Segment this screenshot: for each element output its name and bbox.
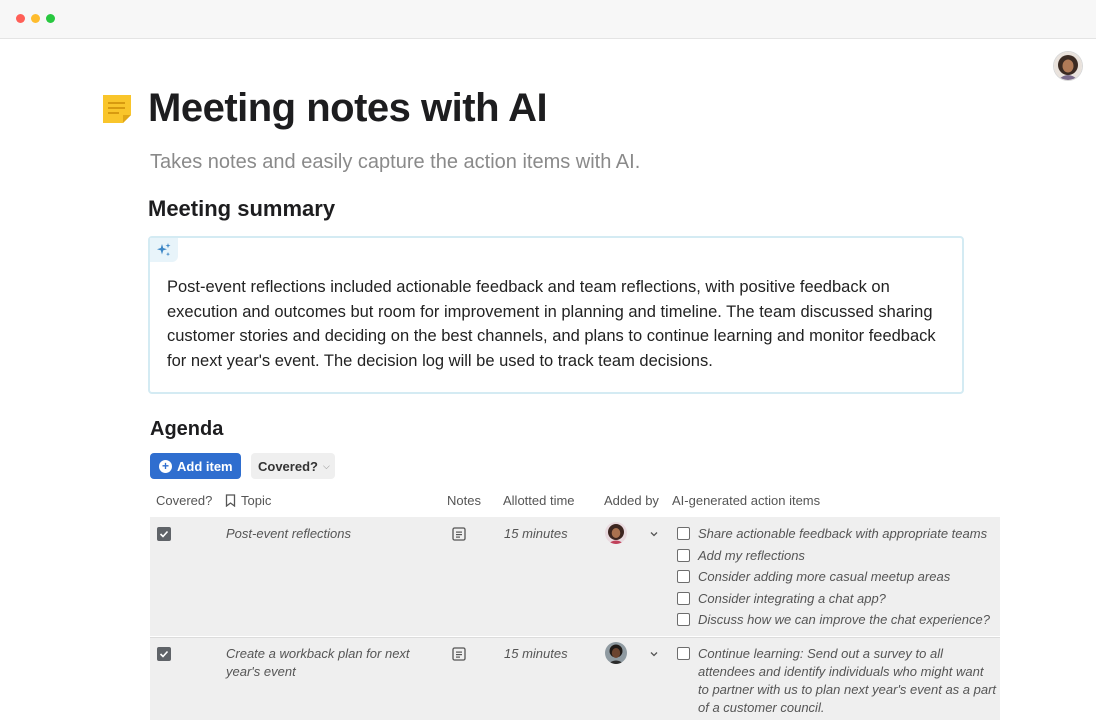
action-item-text: Consider adding more casual meetup areas <box>698 569 951 584</box>
action-item: Continue learning: Send out a survey to … <box>677 645 997 717</box>
window-titlebar <box>0 0 1096 39</box>
bookmark-icon <box>225 494 236 507</box>
close-window-button[interactable] <box>16 14 25 23</box>
page-subtitle: Takes notes and easily capture the actio… <box>150 151 641 173</box>
covered-filter-button[interactable]: Covered? ⌵ <box>251 453 335 479</box>
column-header-covered[interactable]: Covered? <box>156 493 212 508</box>
page-title: Meeting notes with AI <box>148 86 548 130</box>
action-item-text: Add my reflections <box>698 547 805 563</box>
maximize-window-button[interactable] <box>46 14 55 23</box>
checkmark-icon <box>159 650 169 658</box>
action-item: Discuss how we can improve the chat expe… <box>677 609 997 631</box>
added-by-avatar[interactable] <box>605 642 627 664</box>
action-checkbox[interactable] <box>677 591 690 605</box>
chevron-down-icon[interactable] <box>649 529 659 539</box>
column-header-actions[interactable]: AI-generated action items <box>672 493 820 508</box>
add-item-button[interactable]: + Add item <box>150 453 241 479</box>
action-item: Add my reflections <box>677 545 997 567</box>
action-item: Consider integrating a chat app? <box>677 588 997 610</box>
chevron-down-icon[interactable] <box>649 649 659 659</box>
action-item: Share actionable feedback with appropria… <box>677 523 997 545</box>
allotted-time-cell[interactable]: 15 minutes <box>504 526 568 541</box>
action-items-list: Share actionable feedback with appropria… <box>677 523 997 631</box>
action-item-text: Consider integrating a chat app? <box>698 590 886 606</box>
action-item-text: Discuss how we can improve the chat expe… <box>698 612 990 627</box>
action-checkbox[interactable] <box>677 647 690 660</box>
topic-cell[interactable]: Post-event reflections <box>226 525 426 543</box>
agenda-heading: Agenda <box>150 418 224 440</box>
covered-filter-label: Covered? <box>258 458 318 474</box>
chevron-down-icon: ⌵ <box>322 460 330 471</box>
action-checkbox[interactable] <box>677 548 690 562</box>
action-checkbox[interactable] <box>677 613 690 626</box>
add-item-label: Add item <box>177 458 233 474</box>
sparkles-icon <box>157 243 171 257</box>
minimize-window-button[interactable] <box>31 14 40 23</box>
topic-cell[interactable]: Create a workback plan for next year's e… <box>226 645 426 681</box>
sticky-note-icon <box>103 95 131 123</box>
ai-summary-text: Post-event reflections included actionab… <box>167 278 936 370</box>
column-header-topic-label: Topic <box>241 493 272 508</box>
notes-icon[interactable] <box>452 527 466 541</box>
column-header-covered-label: Covered? <box>156 493 213 508</box>
table-row[interactable]: Post-event reflections 15 minutes Share … <box>150 517 1000 636</box>
checkmark-icon <box>159 530 169 538</box>
column-header-time[interactable]: Allotted time <box>503 493 575 508</box>
plus-icon: + <box>159 459 172 473</box>
column-header-time-label: Allotted time <box>503 493 575 508</box>
ai-summary-block[interactable]: Post-event reflections included actionab… <box>148 236 964 394</box>
covered-checkbox[interactable] <box>157 527 171 541</box>
table-row[interactable]: Create a workback plan for next year's e… <box>150 637 1000 720</box>
action-item: Consider adding more casual meetup areas <box>677 566 997 588</box>
column-header-notes-label: Notes <box>447 493 481 508</box>
meeting-summary-heading: Meeting summary <box>148 196 336 221</box>
action-items-list: Continue learning: Send out a survey to … <box>677 645 997 717</box>
action-item-text: Continue learning: Send out a survey to … <box>698 646 997 715</box>
column-header-added-by-label: Added by <box>604 493 659 508</box>
allotted-time-cell[interactable]: 15 minutes <box>504 646 568 661</box>
column-header-actions-label: AI-generated action items <box>672 493 821 508</box>
action-checkbox[interactable] <box>677 570 690 583</box>
user-avatar[interactable] <box>1054 52 1082 80</box>
covered-checkbox[interactable] <box>157 647 171 661</box>
action-item-text: Share actionable feedback with appropria… <box>698 526 988 541</box>
added-by-avatar[interactable] <box>605 522 627 544</box>
action-checkbox[interactable] <box>677 527 690 540</box>
notes-icon[interactable] <box>452 647 466 661</box>
column-header-notes[interactable]: Notes <box>447 493 481 508</box>
column-header-topic[interactable]: Topic <box>225 493 271 508</box>
column-header-added-by[interactable]: Added by <box>604 493 659 508</box>
ai-badge[interactable] <box>150 238 178 262</box>
